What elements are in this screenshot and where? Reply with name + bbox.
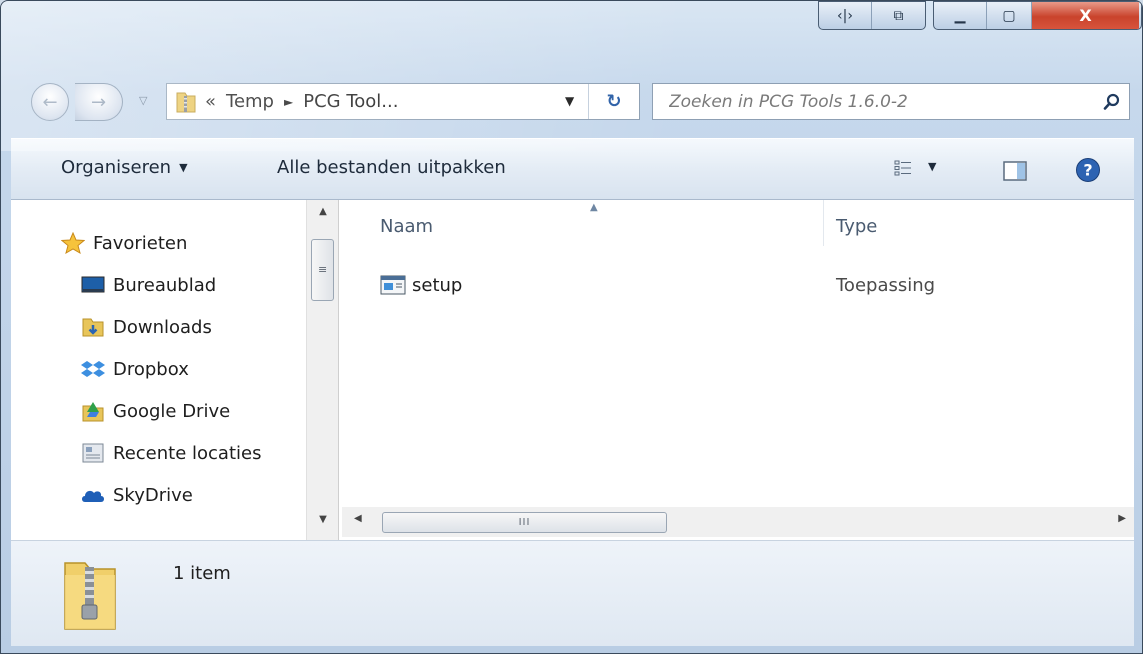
back-button[interactable]: ← (31, 83, 69, 121)
nav-item-label: Downloads (113, 316, 212, 338)
address-bar[interactable]: « Temp ► PCG Tool... ▼ ↻ (166, 83, 640, 120)
google-drive-icon (81, 400, 105, 422)
nav-item-bureaublad[interactable]: Bureaublad (81, 270, 216, 300)
search-box (652, 83, 1130, 120)
navigation-pane-scrollbar[interactable]: ▲ ≡ ▼ (306, 200, 339, 540)
snap-icon: ‹|› (837, 7, 853, 24)
scroll-up-arrow-icon[interactable]: ▲ (307, 206, 339, 228)
maximize-icon: ▢ (1002, 7, 1016, 24)
address-dropdown-button[interactable]: ▼ (565, 94, 574, 108)
forward-button[interactable]: → (75, 83, 123, 121)
svg-text:?: ? (1083, 161, 1092, 180)
close-button[interactable]: X (1032, 2, 1139, 29)
breadcrumb-pcg-tools[interactable]: PCG Tool... (303, 91, 398, 112)
help-icon: ? (1076, 158, 1100, 182)
extract-all-button[interactable]: Alle bestanden uitpakken (277, 157, 506, 178)
grip-icon: ≡ (318, 263, 328, 276)
desktop-icon (81, 274, 105, 296)
chevron-down-icon: ▼ (928, 159, 937, 173)
window-icon: ⧉ (893, 7, 904, 24)
help-button[interactable]: ? (1075, 157, 1101, 188)
file-list-horizontal-scrollbar[interactable]: ◀ III ▶ (342, 507, 1134, 537)
chevron-down-icon: ▼ (179, 161, 188, 174)
window-layout-button[interactable]: ⧉ (872, 2, 925, 29)
file-name: setup (412, 274, 463, 296)
recent-pages-button[interactable]: ▽ (139, 94, 147, 107)
nav-item-label: SkyDrive (113, 484, 193, 506)
zip-folder-icon (176, 92, 196, 112)
search-button[interactable] (1095, 93, 1129, 111)
nav-item-downloads[interactable]: Downloads (81, 312, 212, 342)
content-area: Favorieten Bureaublad Downloads Dropbox (11, 200, 1134, 540)
details-pane: 1 item (11, 540, 1134, 646)
nav-item-dropbox[interactable]: Dropbox (81, 354, 189, 384)
nav-item-label: Dropbox (113, 358, 189, 380)
preview-pane-button[interactable] (1003, 161, 1027, 186)
file-list: ▲ Naam Type setup Toepassing ◀ III ▶ (342, 200, 1134, 540)
breadcrumb: « Temp ► PCG Tool... (205, 91, 398, 112)
navigation-pane: Favorieten Bureaublad Downloads Dropbox (11, 200, 304, 540)
downloads-folder-icon (81, 316, 105, 338)
column-header-name[interactable]: Naam (380, 216, 433, 237)
extract-all-label: Alle bestanden uitpakken (277, 157, 506, 178)
breadcrumb-separator[interactable]: ► (284, 95, 293, 109)
nav-item-favorieten[interactable]: Favorieten (61, 228, 187, 258)
scroll-left-arrow-icon[interactable]: ◀ (354, 513, 362, 524)
column-divider[interactable] (823, 200, 824, 246)
skydrive-icon (81, 484, 105, 506)
arrow-left-icon: ← (42, 91, 58, 113)
organize-button[interactable]: Organiseren ▼ (61, 157, 188, 178)
sort-ascending-icon: ▲ (590, 202, 598, 213)
minimize-button[interactable]: ▁ (934, 2, 987, 29)
organize-label: Organiseren (61, 157, 172, 178)
window-caption-buttons: ▁ ▢ X (933, 1, 1142, 30)
table-row[interactable]: setup Toepassing (342, 270, 1134, 304)
file-name-cell: setup (380, 274, 462, 296)
view-details-icon (894, 160, 911, 176)
zip-folder-icon (64, 562, 116, 630)
search-icon (1103, 93, 1120, 110)
star-icon (61, 232, 85, 254)
preview-pane-icon (1003, 161, 1027, 181)
nav-item-label: Google Drive (113, 400, 231, 422)
minimize-icon: ▁ (954, 7, 966, 24)
file-type: Toepassing (836, 275, 936, 296)
scroll-down-arrow-icon[interactable]: ▼ (307, 514, 339, 536)
refresh-button[interactable]: ↻ (588, 84, 639, 119)
dropbox-icon (81, 358, 105, 380)
chevron-down-icon: ▽ (139, 94, 148, 107)
scrollbar-thumb[interactable]: III (382, 512, 667, 533)
breadcrumb-temp[interactable]: Temp (226, 91, 274, 112)
nav-item-label: Favorieten (93, 232, 188, 254)
arrow-right-icon: → (90, 91, 107, 113)
extra-caption-buttons: ‹|› ⧉ (818, 1, 926, 30)
explorer-window: ‹|› ⧉ ▁ ▢ X ← → ▽ « Temp ► PCG Tool... ▼ (0, 0, 1143, 654)
nav-item-label: Bureaublad (113, 274, 217, 296)
scrollbar-thumb[interactable]: ≡ (311, 239, 334, 301)
refresh-icon: ↻ (606, 91, 622, 112)
recent-places-icon (81, 442, 105, 464)
nav-item-recente-locaties[interactable]: Recente locaties (81, 438, 261, 468)
maximize-button[interactable]: ▢ (987, 2, 1032, 29)
nav-item-label: Recente locaties (113, 442, 262, 464)
nav-item-skydrive[interactable]: SkyDrive (81, 480, 193, 510)
search-input[interactable] (653, 85, 1095, 118)
breadcrumb-overflow[interactable]: « (205, 91, 216, 112)
command-bar: Organiseren ▼ Alle bestanden uitpakken ▼ (11, 138, 1134, 200)
close-icon: X (1079, 6, 1092, 25)
application-icon (380, 275, 406, 295)
nav-item-google-drive[interactable]: Google Drive (81, 396, 230, 426)
column-header-type[interactable]: Type (836, 216, 877, 237)
item-count: 1 item (173, 563, 231, 584)
change-view-button[interactable]: ▼ (894, 159, 936, 177)
scroll-right-arrow-icon[interactable]: ▶ (1118, 513, 1126, 524)
snap-button[interactable]: ‹|› (819, 2, 872, 29)
